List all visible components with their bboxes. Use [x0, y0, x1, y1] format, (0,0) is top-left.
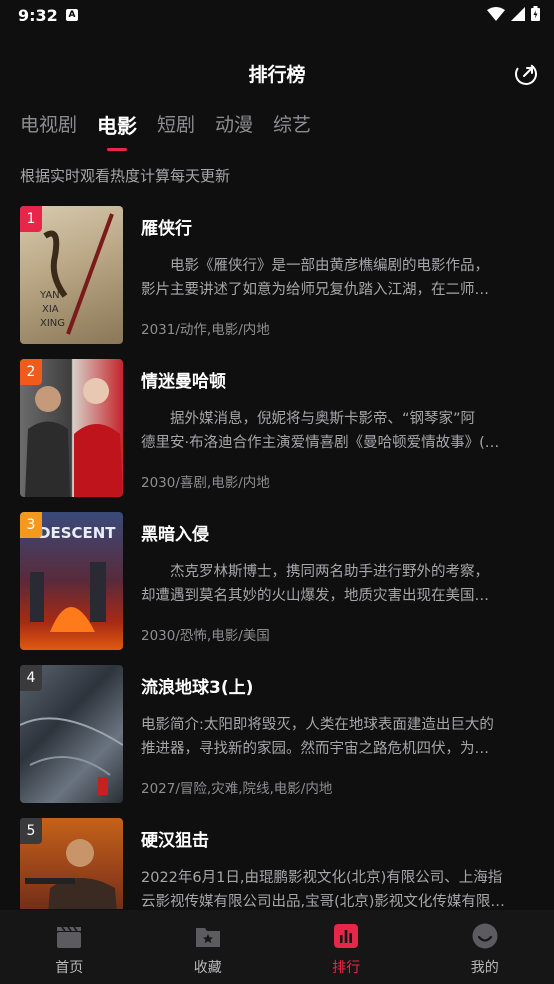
rank-badge: 3 [20, 512, 42, 538]
refresh-icon[interactable] [514, 62, 538, 86]
page-title: 排行榜 [248, 64, 306, 86]
app-header: 排行榜 [0, 50, 554, 96]
list-item[interactable]: DESCENT 3 黑暗入侵 杰克罗林斯博士，携同两名助手进行野外的考察， 却遭遇… [0, 512, 554, 652]
poster-image: YAN XIA XING 1 [20, 206, 123, 344]
nav-ranking-label: 排行 [332, 960, 361, 976]
list-item[interactable]: YAN XIA XING 1 雁侠行 电影《雁侠行》是一部由黄彦樵编剧的电影作品… [0, 206, 554, 346]
bottom-nav: 首页 收藏 排行 我的 [0, 910, 554, 984]
wifi-icon [487, 6, 505, 21]
item-meta: 2030/恐怖,电影/美国 [141, 628, 270, 644]
svg-text:DESCENT: DESCENT [38, 524, 116, 542]
item-title: 雁侠行 [141, 219, 192, 239]
nav-profile-label: 我的 [470, 960, 499, 976]
rank-badge: 1 [20, 206, 42, 232]
item-meta: 2030/喜剧,电影/内地 [141, 475, 270, 491]
svg-text:YAN: YAN [39, 290, 60, 301]
item-description: 据外媒消息，倪妮将与奥斯卡影帝、“钢琴家”阿 德里安·布洛迪合作主演爱情喜剧《曼哈… [141, 411, 500, 451]
item-meta: 2031/动作,电影/内地 [141, 322, 270, 338]
tab-short-drama[interactable]: 短剧 [157, 110, 195, 153]
item-meta: 2027/冒险,灾难,院线,电影/内地 [141, 781, 333, 797]
nav-home-label: 首页 [55, 960, 84, 976]
tab-tv-series[interactable]: 电视剧 [20, 110, 77, 153]
svg-text:XING: XING [40, 318, 65, 329]
item-title: 黑暗入侵 [141, 525, 209, 545]
status-icons [487, 6, 540, 21]
item-description: 电影简介:太阳即将毁灭，人类在地球表面建造出巨大的 推进器，寻找新的家园。然而宇宙… [141, 717, 494, 757]
tab-movie[interactable]: 电影 [97, 110, 137, 153]
poster-image: 4 [20, 665, 123, 803]
list-item[interactable]: 4 流浪地球3(上) 电影简介:太阳即将毁灭，人类在地球表面建造出巨大的 推进器，… [0, 665, 554, 805]
poster-image: DESCENT 3 [20, 512, 123, 650]
item-title: 硬汉狙击 [141, 831, 209, 851]
item-title: 流浪地球3(上) [141, 678, 254, 698]
rank-badge: 4 [20, 665, 42, 691]
svg-text:XIA: XIA [42, 304, 59, 315]
tab-anime[interactable]: 动漫 [215, 110, 253, 153]
ranking-description: 根据实时观看热度计算每天更新 [20, 167, 231, 185]
signal-icon [511, 6, 525, 21]
status-bar: 9:32 A [0, 0, 554, 32]
nav-home[interactable]: 首页 [0, 910, 139, 984]
smile-icon [472, 923, 498, 949]
nav-favorites[interactable]: 收藏 [139, 910, 278, 984]
item-description: 2022年6月1日,由琨鹏影视文化(北京)有限公司、上海指 云影视传媒有限公司出品… [141, 870, 505, 909]
clapperboard-icon [57, 926, 82, 948]
chart-icon [334, 924, 359, 948]
battery-icon [531, 6, 540, 21]
notification-a-icon: A [66, 9, 78, 21]
nav-favorites-label: 收藏 [193, 960, 222, 976]
poster-image: 2 [20, 359, 123, 497]
poster-image: 5 [20, 818, 123, 909]
category-tabs: 电视剧 电影 短剧 动漫 综艺 [20, 110, 331, 153]
list-item[interactable]: 5 硬汉狙击 2022年6月1日,由琨鹏影视文化(北京)有限公司、上海指 云影视传… [0, 818, 554, 909]
rank-badge: 5 [20, 818, 42, 844]
ranking-list: YAN XIA XING 1 雁侠行 电影《雁侠行》是一部由黄彦樵编剧的电影作品… [0, 206, 554, 909]
nav-ranking[interactable]: 排行 [277, 910, 416, 984]
item-title: 情迷曼哈顿 [141, 372, 226, 392]
item-description: 杰克罗林斯博士，携同两名助手进行野外的考察， 却遭遇到莫名其妙的火山爆发，地质灾害… [141, 564, 489, 604]
rank-badge: 2 [20, 359, 42, 385]
folder-star-icon [195, 928, 220, 947]
nav-profile[interactable]: 我的 [416, 910, 554, 984]
status-time: 9:32 [18, 6, 58, 25]
list-item[interactable]: 2 情迷曼哈顿 据外媒消息，倪妮将与奥斯卡影帝、“钢琴家”阿 德里安·布洛迪合作主… [0, 359, 554, 499]
tab-variety[interactable]: 综艺 [273, 110, 311, 153]
item-description: 电影《雁侠行》是一部由黄彦樵编剧的电影作品， 影片主要讲述了如意为给师兄复仇踏入江… [141, 258, 489, 298]
